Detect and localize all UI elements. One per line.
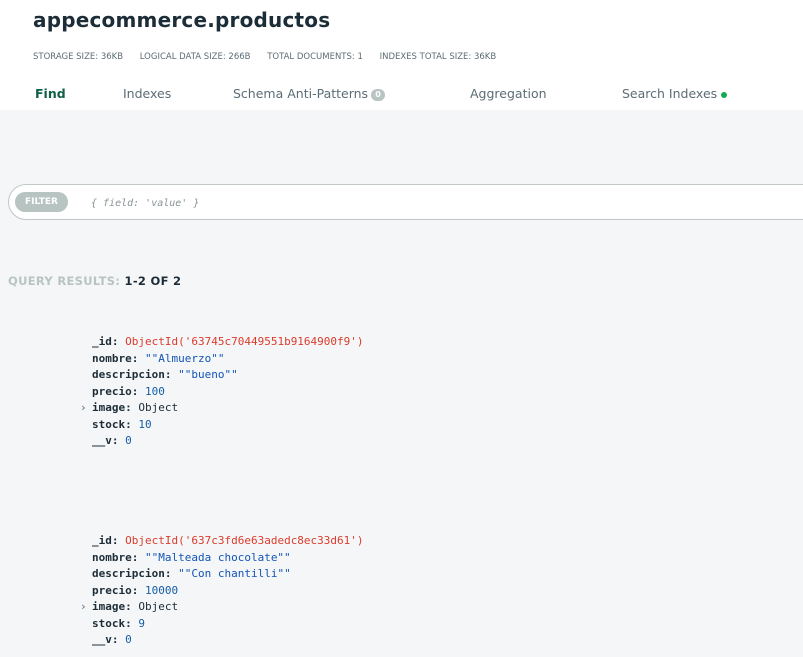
field-value-number: 10000 (144, 583, 179, 597)
document-field-stock: stock: 9 (92, 616, 145, 633)
field-value-number: 0 (125, 633, 132, 646)
field-value-string: ""Malteada chocolate"" (144, 550, 291, 564)
tab-schema-anti-patterns-label: Schema Anti-Patterns (233, 86, 369, 101)
tab-find-label: Find (35, 86, 66, 101)
document-field-v: __v: 0 (92, 433, 132, 450)
document-field-descripcion: descripcion: ""bueno"" (92, 367, 238, 384)
document-field-nombre: nombre: ""Malteada chocolate"" (92, 550, 291, 567)
document-field-nombre: nombre: ""Almuerzo"" (92, 351, 224, 368)
document-field-image[interactable]: › image: Object (80, 400, 179, 417)
tab-indexes[interactable]: Indexes (123, 86, 171, 101)
document-field-image[interactable]: › image: Object (80, 599, 179, 616)
field-value-number: 0 (125, 434, 132, 447)
field-value-object: Object (138, 401, 179, 414)
field-key: stock: (92, 417, 132, 431)
field-key: image: (92, 600, 132, 613)
field-key: _id: (92, 534, 119, 547)
document-field-id: _id: ObjectId('637c3fd6e63adedc8ec33d61'… (92, 533, 364, 550)
filter-input[interactable] (91, 194, 791, 212)
tab-find[interactable]: Find (35, 86, 66, 101)
tab-search-indexes-label: Search Indexes (622, 86, 718, 101)
field-value-string: ""Almuerzo"" (144, 351, 225, 365)
query-results-summary: QUERY RESULTS: 1-2 OF 2 (8, 274, 181, 288)
collection-stats: STORAGE SIZE: 36KB LOGICAL DATA SIZE: 26… (33, 52, 510, 62)
document-field-precio: precio: 100 (92, 384, 165, 401)
field-value-number: 9 (138, 616, 145, 630)
collection-header: appecommerce.productos STORAGE SIZE: 36K… (0, 0, 803, 110)
tab-aggregation-label: Aggregation (470, 86, 547, 101)
field-key: descripcion: (92, 567, 172, 580)
document-field-precio: precio: 10000 (92, 583, 178, 600)
field-value-objectid: ObjectId('637c3fd6e63adedc8ec33d61') (125, 534, 364, 547)
document-field-v: __v: 0 (92, 632, 132, 649)
indexes-total-size-stat: INDEXES TOTAL SIZE: 36KB (379, 52, 497, 62)
query-results-label: QUERY RESULTS: (8, 274, 121, 288)
document-card[interactable]: _id: ObjectId('63745c70449551b9164900f9'… (0, 326, 803, 466)
field-value-number: 10 (138, 417, 152, 431)
field-key: nombre: (92, 550, 139, 564)
collection-title: appecommerce.productos (33, 8, 331, 32)
document-card[interactable]: _id: ObjectId('637c3fd6e63adedc8ec33d61'… (0, 525, 803, 657)
anti-patterns-count-badge: 0 (371, 88, 386, 101)
field-key: precio: (92, 384, 139, 398)
tab-schema-anti-patterns[interactable]: Schema Anti-Patterns 0 (233, 86, 386, 101)
field-key: precio: (92, 583, 139, 597)
field-value-string: ""bueno"" (178, 368, 238, 381)
document-field-id: _id: ObjectId('63745c70449551b9164900f9'… (92, 334, 364, 351)
field-value-objectid: ObjectId('63745c70449551b9164900f9') (125, 335, 364, 348)
field-key: image: (92, 401, 132, 414)
query-results-count: 1-2 OF 2 (124, 274, 182, 288)
expand-chevron-right-icon[interactable]: › (80, 599, 87, 616)
total-documents-stat: TOTAL DOCUMENTS: 1 (267, 52, 363, 62)
filter-label-pill: FILTER (15, 192, 68, 212)
field-key: descripcion: (92, 368, 172, 381)
storage-size-stat: STORAGE SIZE: 36KB (33, 52, 124, 62)
field-key: __v: (92, 434, 119, 447)
search-indexes-status-dot-icon (721, 91, 728, 98)
field-value-object: Object (138, 600, 179, 613)
field-key: __v: (92, 633, 119, 646)
field-key: _id: (92, 335, 119, 348)
expand-chevron-right-icon[interactable]: › (80, 400, 87, 417)
filter-bar[interactable]: FILTER (8, 184, 803, 220)
field-key: stock: (92, 616, 132, 630)
tab-aggregation[interactable]: Aggregation (470, 86, 547, 101)
document-field-stock: stock: 10 (92, 417, 152, 434)
field-value-number: 100 (144, 384, 165, 398)
collection-tabs: Find Indexes Schema Anti-Patterns 0 Aggre… (0, 86, 803, 108)
field-value-string: ""Con chantilli"" (178, 567, 291, 580)
tab-search-indexes[interactable]: Search Indexes (622, 86, 728, 101)
field-key: nombre: (92, 351, 139, 365)
logical-data-size-stat: LOGICAL DATA SIZE: 266B (139, 52, 251, 62)
document-field-descripcion: descripcion: ""Con chantilli"" (92, 566, 291, 583)
tab-indexes-label: Indexes (123, 86, 172, 101)
